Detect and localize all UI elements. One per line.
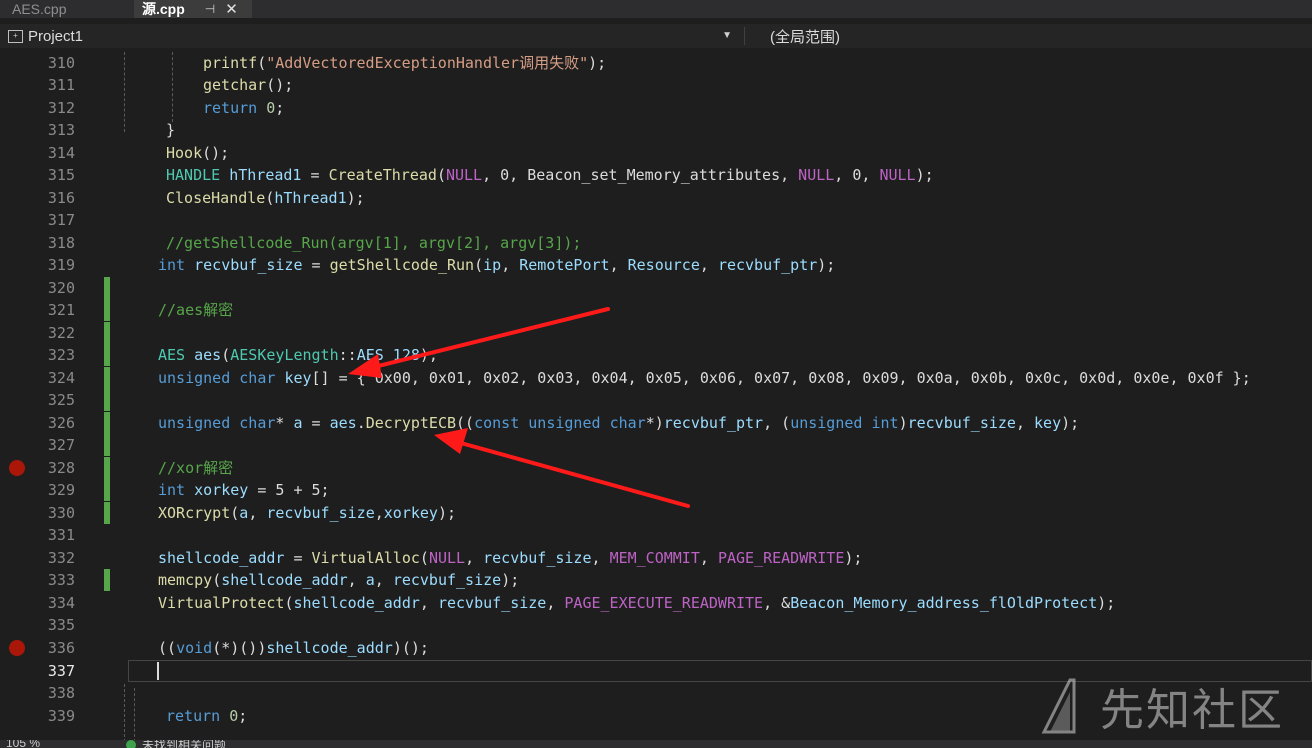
chevron-down-icon[interactable]: ▼	[722, 30, 732, 41]
arrow-to-key-line	[360, 307, 610, 372]
tab-label: AES.cpp	[12, 1, 67, 17]
status-bar: 105 % 未找到相关问题	[0, 740, 1312, 748]
tab-strip: AES.cpp 源.cpp ⊣ ✕	[0, 0, 1312, 18]
code-editor[interactable]: 310 printf("AddVectoredExceptionHandler调…	[0, 52, 1312, 742]
watermark-text: 先知社区	[1100, 685, 1284, 736]
project-icon: +	[8, 29, 23, 43]
xianzhi-logo-icon	[1041, 678, 1076, 734]
tab-aes-cpp[interactable]: AES.cpp	[0, 0, 134, 18]
project-dropdown[interactable]: + Project1 ▼	[8, 24, 738, 48]
scope-dropdown[interactable]: (全局范围)	[770, 24, 840, 48]
zoom-level[interactable]: 105 %	[6, 740, 40, 748]
check-circle-icon	[126, 740, 136, 748]
project-name: Project1	[28, 27, 84, 45]
watermark: 先知社区	[1040, 672, 1308, 740]
close-icon[interactable]: ✕	[225, 0, 238, 18]
arrow-head-icon	[434, 428, 468, 454]
arrow-head-icon	[348, 354, 382, 378]
scope-label: (全局范围)	[770, 28, 840, 46]
navigation-bar: + Project1 ▼ (全局范围)	[0, 24, 1312, 48]
tab-source-cpp[interactable]: 源.cpp ⊣ ✕	[134, 0, 252, 18]
annotation-arrows	[348, 307, 690, 508]
pin-icon[interactable]: ⊣	[205, 2, 215, 16]
navbar-divider	[744, 27, 745, 45]
tab-label: 源.cpp	[142, 1, 185, 17]
issues-status[interactable]: 未找到相关问题	[142, 740, 226, 748]
arrow-to-decrypt-call	[448, 438, 690, 508]
